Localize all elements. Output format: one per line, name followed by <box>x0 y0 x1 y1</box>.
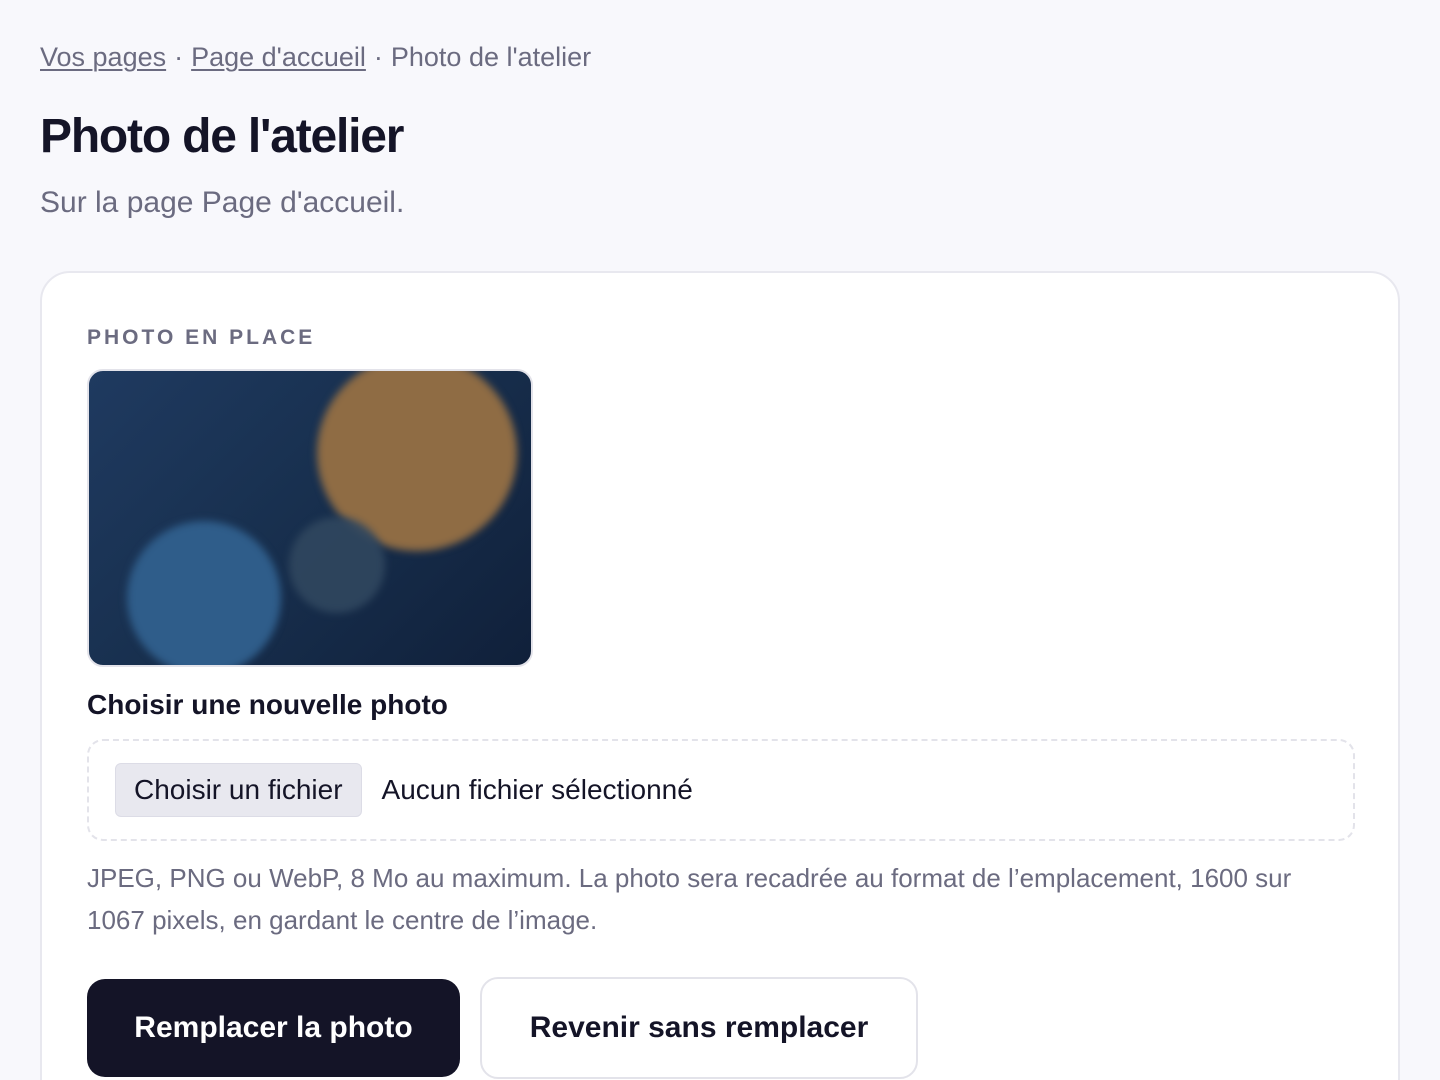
file-dropzone[interactable]: Choisir un fichier Aucun fichier sélecti… <box>87 739 1355 841</box>
file-help-text: JPEG, PNG ou WebP, 8 Mo au maximum. La p… <box>87 863 1292 935</box>
file-status-text: Aucun fichier sélectionné <box>381 774 693 805</box>
page-subtitle: Sur la page Page d'accueil. <box>40 186 405 219</box>
new-photo-label: Choisir une nouvelle photo <box>87 689 448 720</box>
breadcrumb-link-page-accueil[interactable]: Page d'accueil <box>191 42 366 72</box>
page-title: Photo de l'atelier <box>40 110 404 163</box>
cancel-button[interactable]: Revenir sans remplacer <box>480 977 918 1079</box>
breadcrumb-separator: · <box>373 42 383 72</box>
choose-file-button[interactable]: Choisir un fichier <box>115 763 362 817</box>
breadcrumb-current: Photo de l'atelier <box>390 42 592 72</box>
photo-card: PHOTO EN PLACE Choisir une nouvelle phot… <box>40 271 1400 1080</box>
current-photo <box>87 369 533 667</box>
page: Vos pages · Page d'accueil · Photo de l'atel… <box>0 0 1440 1080</box>
photo-bokeh-grey <box>289 517 385 613</box>
breadcrumb-link-vos-pages[interactable]: Vos pages <box>40 42 166 72</box>
breadcrumb: Vos pages · Page d'accueil · Photo de l'atel… <box>40 40 591 74</box>
section-label-current-photo: PHOTO EN PLACE <box>87 326 316 349</box>
replace-photo-button[interactable]: Remplacer la photo <box>87 979 460 1077</box>
photo-bokeh-blue <box>127 521 281 665</box>
breadcrumb-separator: · <box>174 42 184 72</box>
